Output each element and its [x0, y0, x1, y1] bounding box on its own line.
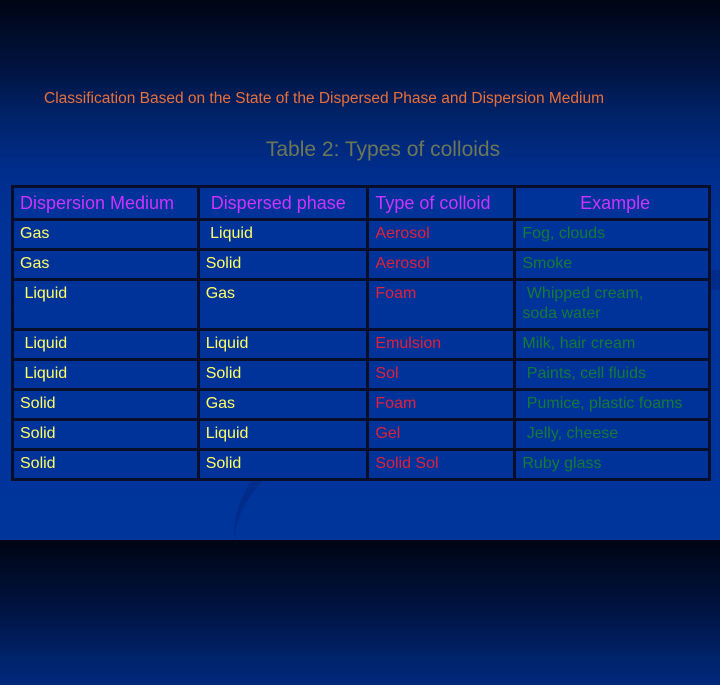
cell-example: Fog, clouds	[513, 218, 711, 251]
header-dispersion-medium: Dispersion Medium	[11, 185, 200, 221]
table-row: Solid Gas Foam Pumice, plastic foams	[11, 388, 711, 421]
cell-example: Pumice, plastic foams	[513, 388, 711, 421]
table-row: Solid Solid Solid Sol Ruby glass	[11, 448, 711, 481]
colloids-table: Dispersion Medium Dispersed phase Type o…	[11, 185, 711, 481]
slide-subtitle: Classification Based on the State of the…	[44, 90, 605, 107]
cell-type: Foam	[366, 388, 517, 421]
cell-phase: Solid	[196, 358, 370, 391]
header-example: Example	[513, 185, 711, 221]
table-row: Gas Solid Aerosol Smoke	[11, 248, 711, 281]
cell-medium: Solid	[11, 448, 200, 481]
cell-type: Emulsion	[366, 328, 517, 361]
cell-type: Solid Sol	[366, 448, 517, 481]
header-dispersed-phase: Dispersed phase	[196, 185, 370, 221]
cell-example: Paints, cell fluids	[513, 358, 711, 391]
cell-phase: Liquid	[196, 418, 370, 451]
cell-medium: Gas	[11, 218, 200, 251]
table-row: Liquid Solid Sol Paints, cell fluids	[11, 358, 711, 391]
cell-example: Smoke	[513, 248, 711, 281]
cell-type: Aerosol	[366, 248, 517, 281]
cell-example: Whipped cream, soda water	[513, 278, 711, 331]
cell-type: Aerosol	[366, 218, 517, 251]
table-row: Gas Liquid Aerosol Fog, clouds	[11, 218, 711, 251]
cell-medium: Liquid	[11, 328, 200, 361]
cell-type: Sol	[366, 358, 517, 391]
cell-type: Gel	[366, 418, 517, 451]
cell-example: Milk, hair cream	[513, 328, 711, 361]
table-row: Liquid Gas Foam Whipped cream, soda wate…	[11, 278, 711, 331]
cell-phase: Gas	[196, 388, 370, 421]
cell-example: Ruby glass	[513, 448, 711, 481]
cell-medium: Liquid	[11, 358, 200, 391]
cell-example: Jelly, cheese	[513, 418, 711, 451]
cell-phase: Solid	[196, 248, 370, 281]
table-row: Solid Liquid Gel Jelly, cheese	[11, 418, 711, 451]
cell-medium: Liquid	[11, 278, 200, 331]
table-header-row: Dispersion Medium Dispersed phase Type o…	[11, 185, 711, 221]
cell-phase: Liquid	[196, 218, 370, 251]
cell-medium: Solid	[11, 388, 200, 421]
cell-phase: Gas	[196, 278, 370, 331]
cell-medium: Gas	[11, 248, 200, 281]
cell-phase: Solid	[196, 448, 370, 481]
header-type-of-colloid: Type of colloid	[366, 185, 517, 221]
cell-type: Foam	[366, 278, 517, 331]
table-row: Liquid Liquid Emulsion Milk, hair cream	[11, 328, 711, 361]
table-title: Table 2: Types of colloids	[265, 138, 501, 161]
cell-phase: Liquid	[196, 328, 370, 361]
cell-medium: Solid	[11, 418, 200, 451]
